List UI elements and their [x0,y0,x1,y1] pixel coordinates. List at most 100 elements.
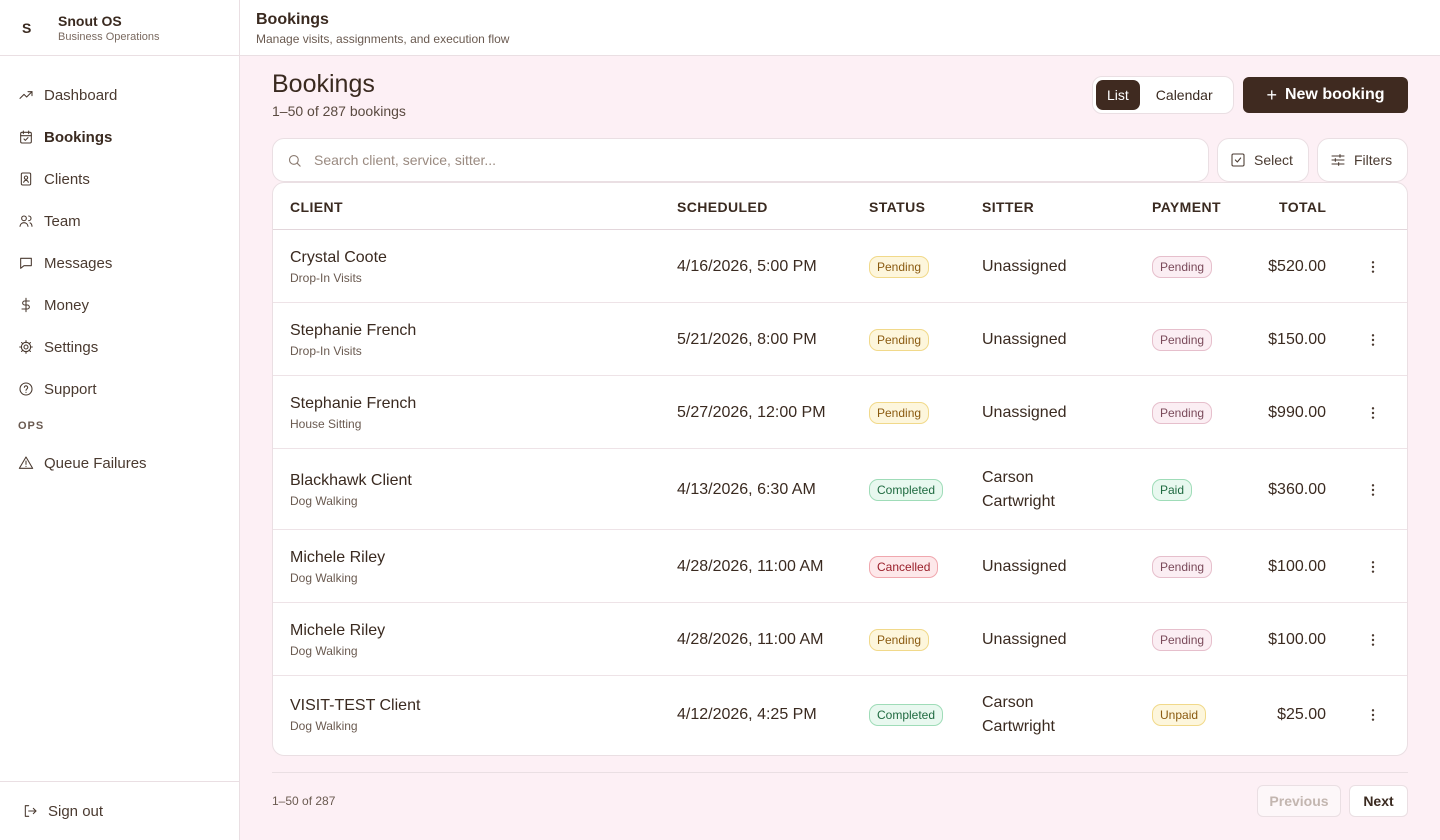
page-title: Bookings [272,70,375,98]
sidebar-item-support[interactable]: Support [0,368,239,410]
sidebar-nav: Dashboard Bookings Clients Team Messages… [0,56,239,484]
sidebar-item-label: Support [44,380,97,398]
table-row[interactable]: VISIT-TEST Client Dog Walking 4/12/2026, 4… [273,676,1407,754]
row-actions-button[interactable] [1363,403,1383,423]
scheduled-time: 4/16/2026, 5:00 PM [677,258,817,275]
calendar-view-button[interactable]: Calendar [1145,80,1224,110]
more-vertical-icon [1371,407,1375,419]
row-actions-button[interactable] [1363,480,1383,500]
new-booking-button[interactable]: + New booking [1243,77,1408,113]
next-page-button[interactable]: Next [1349,785,1408,817]
scheduled-time: 4/12/2026, 4:25 PM [677,706,817,723]
sidebar-item-bookings[interactable]: Bookings [0,116,239,158]
client-name[interactable]: Blackhawk Client [290,472,412,490]
column-header-scheduled[interactable]: SCHEDULED [677,199,768,215]
search-bar [272,138,1209,182]
search-input[interactable] [314,152,1174,168]
status-cell: Cancelled [869,556,939,578]
brand[interactable]: S Snout OS Business Operations [0,0,239,56]
brand-name: Snout OS [58,12,122,29]
client-name[interactable]: Michele Riley [290,622,385,640]
payment-badge: Pending [1152,629,1213,651]
total-amount: $360.00 [1268,481,1326,498]
status-badge: Completed [869,704,944,726]
payment-badge: Pending [1152,256,1213,278]
column-header-total[interactable]: TOTAL [1279,199,1326,215]
client-name[interactable]: VISIT-TEST Client [290,697,420,715]
filters-button[interactable]: Filters [1317,138,1408,182]
table-row[interactable]: Blackhawk Client Dog Walking 4/13/2026, 6:… [273,449,1407,530]
select-button[interactable]: Select [1217,138,1309,182]
table-row[interactable]: Stephanie French House Sitting 5/27/2026, … [273,376,1407,449]
client-cell: Crystal Coote Drop-In Visits [290,249,387,285]
client-name[interactable]: Michele Riley [290,549,385,567]
select-label: Select [1254,152,1293,168]
calendar-check-icon [18,129,34,145]
column-header-status[interactable]: STATUS [869,199,925,215]
table-row[interactable]: Michele Riley Dog Walking 4/28/2026, 11:00… [273,603,1407,676]
service-type: Drop-In Visits [290,344,362,358]
sidebar-item-label: Clients [44,170,90,188]
row-actions-button[interactable] [1363,557,1383,577]
sidebar-item-label: Money [44,296,90,314]
row-actions-button[interactable] [1363,330,1383,350]
header-subtitle: Manage visits, assignments, and executio… [256,32,510,46]
client-cell: Michele Riley Dog Walking [290,549,385,585]
sidebar-item-clients[interactable]: Clients [0,158,239,200]
status-cell: Completed [869,704,944,726]
search-icon [287,153,302,168]
more-vertical-icon [1371,709,1375,721]
brand-logo: S [22,19,32,36]
client-name[interactable]: Crystal Coote [290,249,387,267]
client-name[interactable]: Stephanie French [290,322,416,340]
row-actions-button[interactable] [1363,630,1383,650]
payment-cell: Pending [1152,629,1213,651]
service-type: Dog Walking [290,719,358,733]
sidebar: S Snout OS Business Operations Dashboard… [0,0,240,840]
total-amount: $100.00 [1268,558,1326,575]
checkbox-icon [1230,152,1254,168]
more-vertical-icon [1371,634,1375,646]
column-header-client[interactable]: CLIENT [290,199,343,215]
sidebar-item-dashboard[interactable]: Dashboard [0,74,239,116]
status-cell: Pending [869,629,930,651]
sidebar-item-team[interactable]: Team [0,200,239,242]
sign-out-button[interactable]: Sign out [0,781,239,840]
sign-out-label: Sign out [48,802,104,820]
plus-icon: + [1266,84,1277,105]
table-row[interactable]: Michele Riley Dog Walking 4/28/2026, 11:00… [273,530,1407,603]
row-actions-button[interactable] [1363,705,1383,725]
service-type: House Sitting [290,417,362,431]
sitter-name: Unassigned [982,331,1067,348]
sidebar-item-money[interactable]: Money [0,284,239,326]
status-badge: Cancelled [869,556,939,578]
message-square-icon [18,255,34,271]
sidebar-section-ops: OPS [18,420,45,432]
sliders-icon [1330,152,1354,168]
payment-cell: Paid [1152,479,1193,501]
gear-icon [18,339,34,355]
sidebar-item-queue-failures[interactable]: Queue Failures [0,442,239,484]
bookings-table: CLIENT SCHEDULED STATUS SITTER PAYMENT T… [272,182,1408,756]
more-vertical-icon [1371,561,1375,573]
log-out-icon [22,803,38,819]
more-vertical-icon [1371,484,1375,496]
column-header-payment[interactable]: PAYMENT [1152,199,1221,215]
sidebar-item-messages[interactable]: Messages [0,242,239,284]
sidebar-item-label: Messages [44,254,113,272]
row-actions-button[interactable] [1363,257,1383,277]
sidebar-item-settings[interactable]: Settings [0,326,239,368]
sitter-name: Unassigned [982,558,1067,575]
client-cell: Stephanie French House Sitting [290,395,416,431]
table-row[interactable]: Crystal Coote Drop-In Visits 4/16/2026, 5:… [273,230,1407,303]
table-row[interactable]: Stephanie French Drop-In Visits 5/21/2026,… [273,303,1407,376]
status-cell: Pending [869,256,930,278]
client-name[interactable]: Stephanie French [290,395,416,413]
status-badge: Completed [869,479,944,501]
column-header-sitter[interactable]: SITTER [982,199,1034,215]
payment-badge: Pending [1152,402,1213,424]
previous-page-button[interactable]: Previous [1257,785,1341,817]
status-cell: Pending [869,402,930,424]
list-view-button[interactable]: List [1096,80,1140,110]
view-toggle: List Calendar [1092,76,1234,114]
